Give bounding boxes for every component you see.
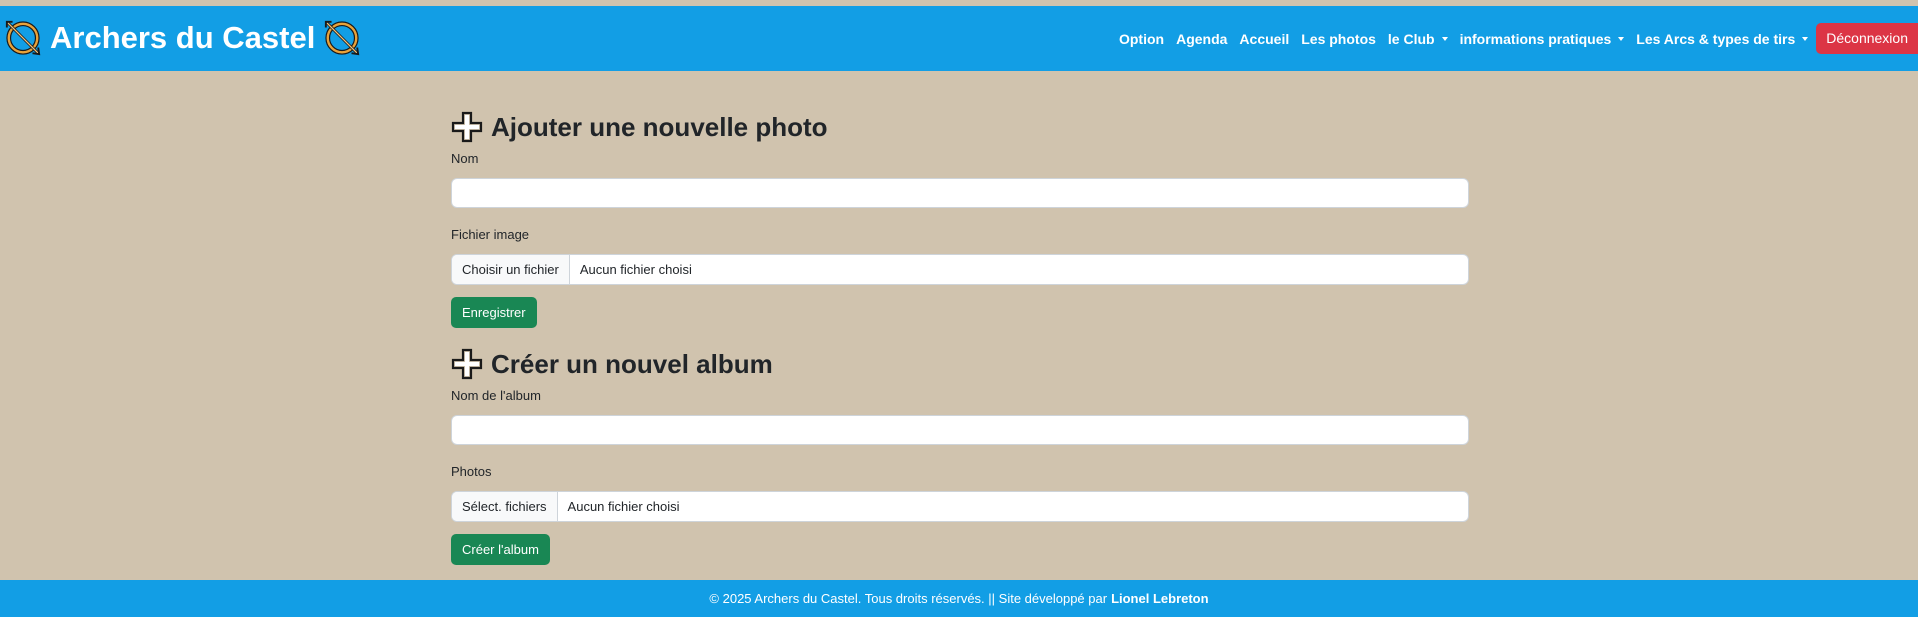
logout-button[interactable]: Déconnexion (1816, 23, 1918, 54)
photos-label: Photos (451, 464, 492, 479)
navbar: Archers du Castel Option Agenda Accueil … (0, 6, 1918, 71)
nav-les-photos-label: Les photos (1301, 30, 1376, 47)
add-photo-heading: Ajouter une nouvelle photo (451, 108, 1469, 146)
nav-menu: Option Agenda Accueil Les photos le Club… (1113, 23, 1918, 54)
files-status: Aucun fichier choisi (567, 499, 680, 514)
album-name-input[interactable] (451, 415, 1469, 445)
create-album-section: Créer un nouvel album Nom de l'album Pho… (451, 345, 1469, 565)
image-file-label: Fichier image (451, 227, 530, 242)
nav-agenda-label: Agenda (1176, 30, 1228, 47)
nav-agenda[interactable]: Agenda (1170, 31, 1233, 47)
nav-accueil[interactable]: Accueil (1233, 31, 1295, 47)
add-photo-title: Ajouter une nouvelle photo (491, 111, 828, 142)
add-photo-section: Ajouter une nouvelle photo Nom Fichier i… (451, 108, 1469, 328)
nav-le-club-dropdown[interactable]: le Club (1382, 31, 1454, 47)
file-status: Aucun fichier choisi (579, 262, 692, 277)
footer-author: Lionel Lebreton (1111, 591, 1209, 606)
image-file-input[interactable]: Choisir un fichier Aucun fichier choisi (451, 254, 1469, 285)
caret-down-icon (1441, 36, 1448, 41)
footer-text: © 2025 Archers du Castel. Tous droits ré… (709, 591, 1108, 606)
create-album-title: Créer un nouvel album (491, 348, 773, 379)
brand-title: Archers du Castel (50, 20, 316, 55)
photo-name-label: Nom (451, 151, 479, 166)
caret-down-icon (1618, 36, 1625, 41)
nav-informations-pratiques-label: informations pratiques (1459, 30, 1612, 47)
save-photo-button[interactable]: Enregistrer (451, 297, 537, 328)
nav-option[interactable]: Option (1113, 31, 1170, 47)
nav-accueil-label: Accueil (1239, 30, 1290, 47)
bow-arrow-icon (5, 20, 41, 56)
create-album-heading: Créer un nouvel album (451, 345, 1469, 383)
plus-icon (451, 111, 483, 143)
photo-name-input[interactable] (451, 178, 1469, 208)
brand[interactable]: Archers du Castel (4, 16, 361, 60)
choose-file-button[interactable]: Choisir un fichier (452, 255, 570, 284)
bow-arrow-icon (325, 20, 360, 56)
album-name-label: Nom de l'album (451, 388, 541, 403)
main-content: Ajouter une nouvelle photo Nom Fichier i… (451, 108, 1469, 565)
nav-arcs-types-tirs-dropdown[interactable]: Les Arcs & types de tirs (1630, 31, 1814, 47)
select-files-button[interactable]: Sélect. fichiers (452, 492, 558, 521)
footer: © 2025 Archers du Castel. Tous droits ré… (0, 580, 1918, 617)
caret-down-icon (1802, 36, 1809, 41)
nav-informations-pratiques-dropdown[interactable]: informations pratiques (1454, 31, 1631, 47)
nav-le-club-label: le Club (1387, 30, 1435, 47)
photos-file-input[interactable]: Sélect. fichiers Aucun fichier choisi (451, 491, 1469, 522)
plus-icon (451, 348, 483, 380)
create-album-button[interactable]: Créer l'album (451, 534, 550, 565)
nav-les-photos[interactable]: Les photos (1295, 31, 1382, 47)
nav-option-label: Option (1118, 30, 1165, 47)
nav-arcs-types-tirs-label: Les Arcs & types de tirs (1636, 30, 1796, 47)
